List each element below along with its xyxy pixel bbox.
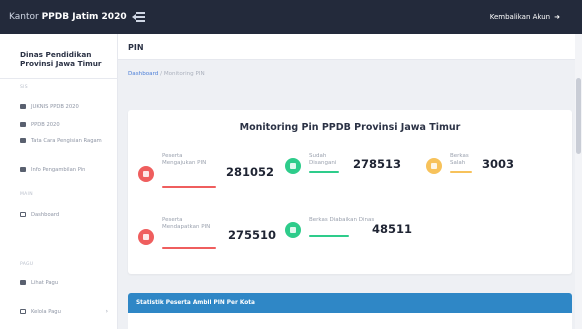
menu-toggle-icon[interactable] [132, 11, 146, 23]
book-icon [20, 138, 26, 143]
stat-value: 275510 [228, 228, 277, 242]
sidebar-item-label: Info Pengambilan Pin [31, 167, 86, 173]
sidebar: Dinas Pendidikan Provinsi Jawa Timur SIS… [0, 34, 118, 329]
page-scrollbar[interactable] [575, 34, 582, 329]
back-account-link[interactable]: Kembalikan Akun ➜ [490, 13, 560, 21]
sidebar-item-label: JUKNIS PPDB 2020 [31, 104, 79, 110]
city-stats-title: Statistik Peserta Ambil PIN Per Kota [136, 300, 255, 306]
city-stats-card: Statistik Peserta Ambil PIN Per Kota [128, 293, 572, 329]
sidebar-item-tata-cara[interactable]: Tata Cara Pengisian Ragam [20, 138, 112, 145]
city-stats-header: Statistik Peserta Ambil PIN Per Kota [128, 293, 572, 313]
breadcrumb-dashboard-link[interactable]: Dashboard [128, 71, 158, 77]
main-content: PIN Dashboard / Monitoring PIN Monitorin… [118, 34, 582, 329]
chevron-right-icon: › [105, 308, 108, 315]
page-title: PIN [128, 43, 144, 52]
stat-value: 278513 [353, 157, 402, 171]
stat-underline [162, 186, 216, 188]
dashboard-icon [20, 212, 26, 217]
sidebar-item-label: Kelola Pagu [31, 309, 61, 315]
sidebar-item-label: Lihat Pagu [31, 280, 59, 286]
top-navbar: Kantor PPDB Jatim 2020 Kembalikan Akun ➜ [0, 0, 582, 34]
back-account-label: Kembalikan Akun [489, 13, 551, 21]
sidebar-divider [0, 78, 118, 79]
stat-underline [450, 171, 472, 173]
sidebar-section-sis: SIS [20, 85, 28, 90]
sidebar-title: Dinas Pendidikan Provinsi Jawa Timur [20, 50, 102, 68]
stat-icon [426, 158, 442, 174]
sidebar-section-main: MAIN [20, 192, 33, 197]
table-icon [20, 280, 26, 285]
sidebar-item-label: PPDB 2020 [31, 122, 60, 128]
table-icon [20, 309, 26, 314]
stat-icon [285, 158, 301, 174]
app-brand[interactable]: Kantor PPDB Jatim 2020 [9, 12, 127, 22]
stat-value: 281052 [226, 165, 275, 179]
sidebar-section-pagu: PAGU [20, 262, 34, 267]
stat-icon [138, 166, 154, 182]
sidebar-item-info-pin[interactable]: Info Pengambilan Pin [20, 167, 112, 174]
stat-label: Peserta Mendapatkan PIN [162, 217, 211, 231]
sidebar-item-label: Tata Cara Pengisian Ragam [31, 138, 102, 144]
monitoring-title: Monitoring Pin PPDB Provinsi Jawa Timur [239, 122, 461, 133]
stat-value: 48511 [372, 222, 413, 236]
stat-value: 3003 [482, 157, 515, 171]
stat-label: Sudah Disangani [309, 153, 337, 167]
book-icon [20, 167, 26, 172]
monitoring-card: Monitoring Pin PPDB Provinsi Jawa Timur … [128, 110, 572, 274]
stat-label: Berkas Salah [450, 153, 469, 167]
brand-prefix: Kantor [9, 12, 42, 22]
brand-title: PPDB Jatim 2020 [41, 12, 127, 22]
stat-underline [162, 247, 216, 249]
sidebar-item-kelola-pagu[interactable]: Kelola Pagu › [20, 308, 112, 316]
stat-icon [285, 222, 301, 238]
stat-underline [309, 235, 349, 237]
sidebar-item-dashboard[interactable]: Dashboard [20, 212, 112, 219]
sidebar-item-ppdb[interactable]: PPDB 2020 [20, 122, 112, 129]
scrollbar-thumb[interactable] [576, 78, 581, 154]
sidebar-item-lihat-pagu[interactable]: Lihat Pagu [20, 280, 112, 287]
stat-underline [309, 171, 339, 173]
sidebar-item-label: Dashboard [31, 212, 60, 218]
stat-label: Berkas Diabaikan Dinas [309, 217, 375, 223]
book-icon [20, 104, 26, 109]
book-icon [20, 122, 26, 127]
stat-icon [138, 229, 154, 245]
page-header: PIN [118, 34, 582, 60]
logout-icon: ➜ [554, 13, 560, 21]
breadcrumb-current: Monitoring PIN [163, 71, 205, 77]
stat-label: Peserta Mengajukan PIN [162, 153, 207, 167]
breadcrumb: Dashboard / Monitoring PIN [128, 71, 205, 77]
sidebar-item-juknis[interactable]: JUKNIS PPDB 2020 [20, 104, 112, 111]
